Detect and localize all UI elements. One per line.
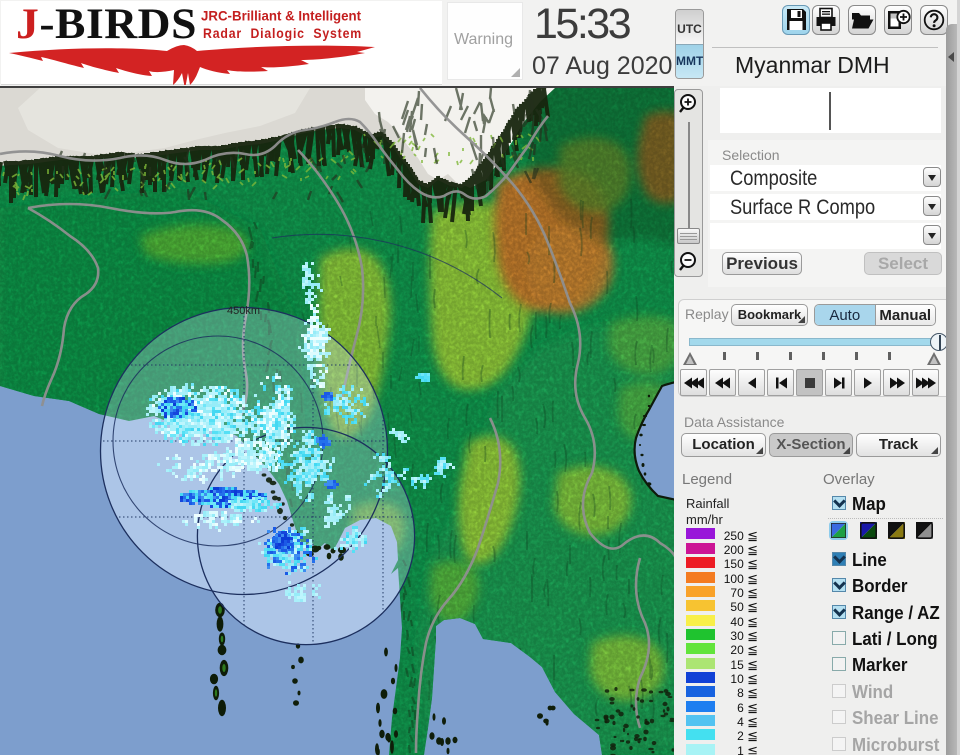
svg-text:450km: 450km xyxy=(227,305,260,317)
